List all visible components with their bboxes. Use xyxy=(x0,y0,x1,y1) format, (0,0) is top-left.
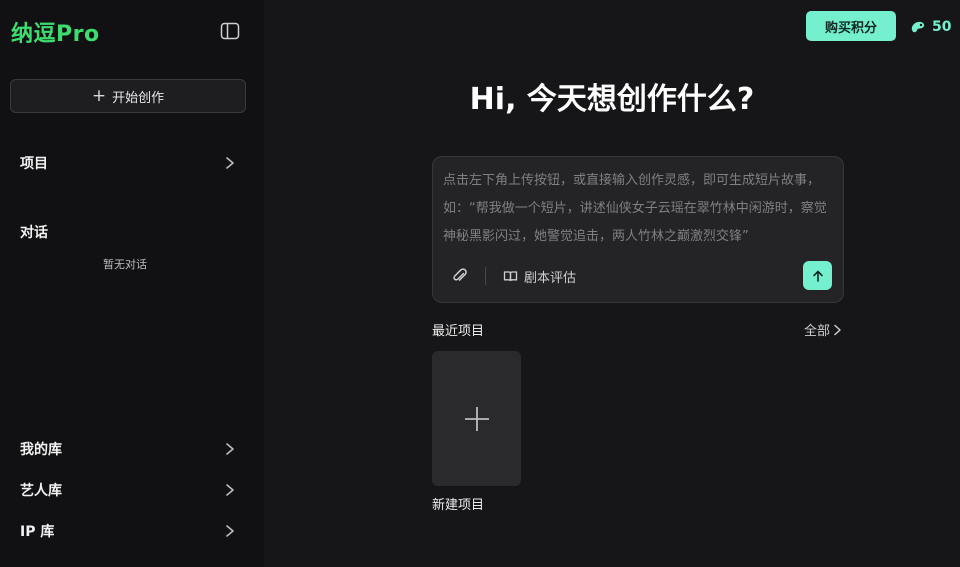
sidebar-item-projects[interactable]: 项目 xyxy=(20,152,236,174)
app-logo: 纳逗Pro xyxy=(11,22,100,47)
sidebar-toggle-icon xyxy=(220,22,240,40)
paperclip-icon xyxy=(453,268,467,281)
sidebar-item-ip-library[interactable]: IP 库 xyxy=(20,520,236,542)
buy-credits-button[interactable]: 购买积分 xyxy=(806,11,896,41)
credits-balance: 50 xyxy=(910,17,951,37)
recent-projects-title: 最近项目 xyxy=(432,324,485,339)
sidebar-item-label: 艺人库 xyxy=(20,483,62,499)
credits-count: 50 xyxy=(932,19,952,35)
sidebar-item-label: IP 库 xyxy=(20,524,55,540)
prompt-composer: 剧本评估 xyxy=(432,156,844,303)
start-create-label: 开始创作 xyxy=(112,90,165,106)
chevron-right-icon xyxy=(226,157,234,169)
attach-button[interactable] xyxy=(451,267,469,285)
chevron-right-icon xyxy=(834,324,841,335)
prompt-input[interactable] xyxy=(443,167,835,247)
script-evaluation-label: 剧本评估 xyxy=(524,270,577,286)
book-icon xyxy=(503,270,518,281)
sidebar-item-label: 项目 xyxy=(20,156,48,172)
view-all-link[interactable]: 全部 xyxy=(804,320,842,339)
app-window: 纳逗Pro + 开始创作 项目 对话 暂无对话 我的库 艺人库 IP 库 购买积… xyxy=(0,0,960,567)
chevron-right-icon xyxy=(226,525,234,537)
chevron-right-icon xyxy=(226,484,234,496)
chat-empty-note: 暂无对话 xyxy=(103,258,147,271)
sidebar: 纳逗Pro + 开始创作 项目 对话 暂无对话 我的库 艺人库 IP 库 xyxy=(0,0,264,567)
bean-icon xyxy=(911,21,925,33)
sidebar-item-artist-library[interactable]: 艺人库 xyxy=(20,479,236,501)
toolbar-divider xyxy=(485,267,486,285)
page-title: Hi, 今天想创作什么? xyxy=(469,82,755,117)
chevron-right-icon xyxy=(226,443,234,455)
send-button[interactable] xyxy=(803,261,832,290)
sidebar-item-my-library[interactable]: 我的库 xyxy=(20,438,236,460)
sidebar-toggle-button[interactable] xyxy=(219,20,241,42)
script-evaluation-button[interactable]: 剧本评估 xyxy=(503,265,576,287)
chat-section-title: 对话 xyxy=(20,225,48,241)
new-project-card[interactable] xyxy=(432,351,521,486)
sidebar-item-label: 我的库 xyxy=(20,442,62,458)
arrow-up-icon xyxy=(812,270,823,282)
view-all-label: 全部 xyxy=(804,324,831,339)
plus-icon: + xyxy=(91,85,107,106)
plus-icon xyxy=(464,406,489,431)
start-create-button[interactable]: + 开始创作 xyxy=(10,79,246,113)
new-project-label: 新建项目 xyxy=(432,498,485,513)
